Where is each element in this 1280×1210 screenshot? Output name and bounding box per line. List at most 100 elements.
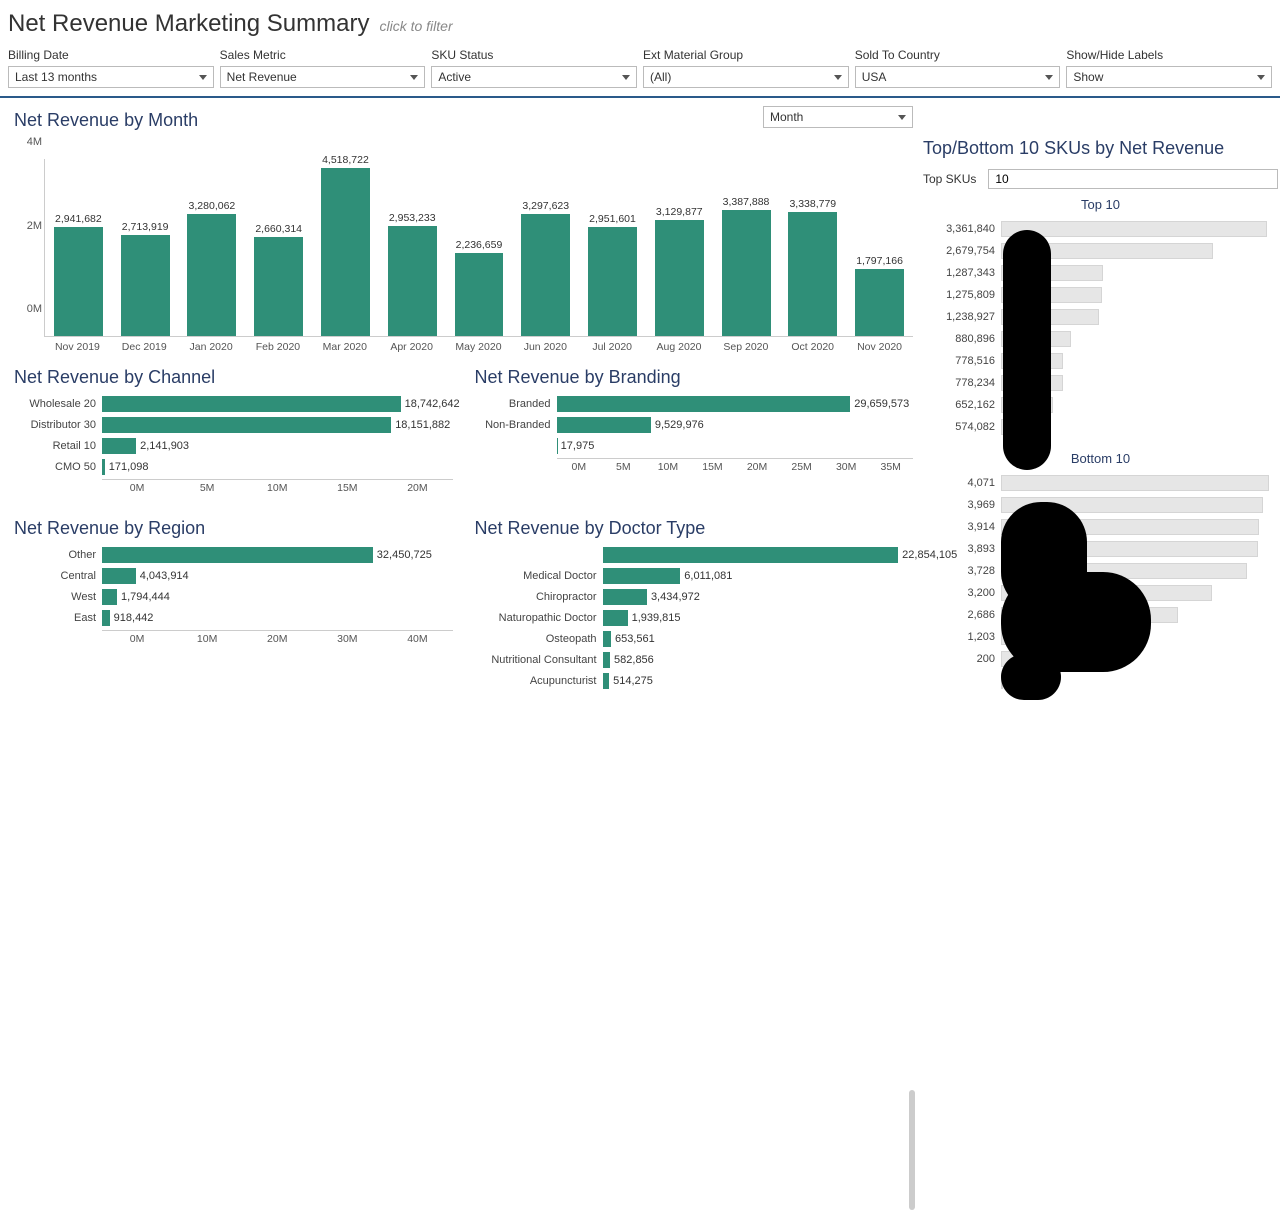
bar-row[interactable]: Distributor 3018,151,882 [14, 415, 453, 435]
chevron-down-icon [410, 75, 418, 80]
bar-column[interactable]: 2,953,233 [381, 212, 444, 336]
bar-category-label: Nutritional Consultant [475, 654, 603, 666]
bar-row[interactable]: Osteopath653,561 [475, 629, 914, 649]
bar-row[interactable]: 2,679,754 [929, 240, 1278, 261]
bar-column[interactable]: 3,387,888 [715, 196, 778, 336]
bar-row[interactable]: 574,082 [929, 416, 1278, 437]
bar-row[interactable]: 778,234 [929, 372, 1278, 393]
bar [455, 253, 504, 336]
bar-track: 6,011,081 [603, 568, 914, 584]
bar-column[interactable]: 3,129,877 [648, 206, 711, 336]
granularity-dropdown[interactable]: Month [763, 106, 913, 128]
bar-row[interactable]: Wholesale 2018,742,642 [14, 394, 453, 414]
bar [102, 396, 401, 412]
filter-ext-material-group[interactable]: (All) [643, 66, 849, 88]
bar-row[interactable]: 778,516 [929, 350, 1278, 371]
filter-label-billing-date: Billing Date [8, 48, 214, 62]
bar-column[interactable]: 3,280,062 [181, 200, 244, 336]
bar-column[interactable]: 3,338,779 [781, 198, 844, 336]
bar-category-label: Other [14, 549, 102, 561]
redaction-blob [1001, 654, 1061, 700]
bar-value-label: 171,098 [105, 459, 149, 475]
filter-billing-date[interactable]: Last 13 months [8, 66, 214, 88]
bar-column[interactable]: 4,518,722 [314, 154, 377, 336]
bar-row[interactable] [929, 670, 1278, 691]
bar-row[interactable]: Acupuncturist514,275 [475, 671, 914, 691]
bar-row[interactable]: 3,969 [929, 494, 1278, 515]
filter-value: Active [438, 70, 471, 84]
bar-row[interactable]: 3,893 [929, 538, 1278, 559]
x-tick-label: Jun 2020 [512, 337, 579, 353]
chart-by-month[interactable]: 4M 2M 0M 2,941,6822,713,9193,280,0622,66… [8, 137, 913, 337]
bar-column[interactable]: 2,660,314 [247, 223, 310, 336]
bar-category-label: Branded [475, 398, 557, 410]
bar-row[interactable]: Retail 102,141,903 [14, 436, 453, 456]
bar-row[interactable]: 22,854,105 [475, 545, 914, 565]
chart-sku-top10[interactable]: 3,361,840 2,679,754 1,287,3431,275,8091,23… [923, 218, 1278, 437]
bar-row[interactable]: Nutritional Consultant582,856 [475, 650, 914, 670]
chart-title-by-doctor: Net Revenue by Doctor Type [475, 518, 914, 539]
granularity-value: Month [770, 110, 803, 124]
filter-sales-metric[interactable]: Net Revenue [220, 66, 426, 88]
filter-show-hide-labels[interactable]: Show [1066, 66, 1272, 88]
page-subtitle: click to filter [379, 18, 452, 34]
bar-value-label: 3,297,623 [522, 200, 569, 212]
filter-label-show-hide-labels: Show/Hide Labels [1066, 48, 1272, 62]
redaction-blob [1003, 230, 1051, 470]
bar-row[interactable]: Central4,043,914 [14, 566, 453, 586]
x-tick-label: 5M [172, 480, 242, 494]
bar-value-label: 9,529,976 [651, 417, 704, 433]
filter-sku-status[interactable]: Active [431, 66, 637, 88]
bar-row[interactable]: 1,275,809 [929, 284, 1278, 305]
bar-row[interactable]: Branded29,659,573 [475, 394, 914, 414]
bar-category-label: 778,234 [929, 377, 1001, 389]
bar-column[interactable]: 3,297,623 [514, 200, 577, 336]
bar-value-label: 3,434,972 [647, 589, 700, 605]
bar-value-label: 2,236,659 [456, 239, 503, 251]
bar-category-label: Naturopathic Doctor [475, 612, 603, 624]
bar [588, 227, 637, 336]
bar-row[interactable]: 1,238,927 [929, 306, 1278, 327]
bar-column[interactable]: 1,797,166 [848, 255, 911, 336]
bar-row[interactable]: 3,914 [929, 516, 1278, 537]
x-tick-label: 25M [779, 459, 824, 473]
bar-row[interactable]: 17,975 [475, 436, 914, 456]
bar-column[interactable]: 2,951,601 [581, 213, 644, 336]
bar [655, 220, 704, 336]
filter-sold-to-country[interactable]: USA [855, 66, 1061, 88]
bar-column[interactable]: 2,236,659 [448, 239, 511, 336]
chart-by-region[interactable]: Other32,450,725Central4,043,914West1,794… [8, 545, 453, 645]
bar-row[interactable]: Other32,450,725 [14, 545, 453, 565]
bar-row[interactable]: CMO 50171,098 [14, 457, 453, 477]
chevron-down-icon [622, 75, 630, 80]
bar-row[interactable]: 1,287,343 [929, 262, 1278, 283]
bar-row[interactable]: Non-Branded 9,529,976 [475, 415, 914, 435]
chart-by-doctor[interactable]: 22,854,105Medical Doctor6,011,081Chiropr… [469, 545, 914, 691]
x-tick-label: Jul 2020 [579, 337, 646, 353]
bar-value-label: 2,713,919 [122, 221, 169, 233]
bar-row[interactable]: East918,442 [14, 608, 453, 628]
bar-track: 29,659,573 [557, 396, 914, 412]
bar-row[interactable]: 3,361,840 [929, 218, 1278, 239]
chart-by-channel[interactable]: Wholesale 2018,742,642Distributor 3018,1… [8, 394, 453, 494]
bar-row[interactable]: 880,896 [929, 328, 1278, 349]
scrollbar[interactable] [909, 1090, 915, 1210]
bar-row[interactable]: 4,071 [929, 472, 1278, 493]
bar-row[interactable]: 652,162 [929, 394, 1278, 415]
bar-row[interactable]: Naturopathic Doctor1,939,815 [475, 608, 914, 628]
bar-row[interactable]: West1,794,444 [14, 587, 453, 607]
x-tick-label: Nov 2020 [846, 337, 913, 353]
x-tick-label: 0M [557, 459, 602, 473]
bar-category-label: Non-Branded [475, 419, 557, 431]
bar-row[interactable]: Chiropractor3,434,972 [475, 587, 914, 607]
bar-category-label: 3,728 [929, 565, 1001, 577]
bar-value-label: 2,953,233 [389, 212, 436, 224]
bar [388, 226, 437, 336]
bar-column[interactable]: 2,941,682 [47, 213, 110, 336]
bar-row[interactable]: Medical Doctor6,011,081 [475, 566, 914, 586]
top-skus-input[interactable] [988, 169, 1278, 189]
bar-category-label: 2,679,754 [929, 245, 1001, 257]
chart-by-branding[interactable]: Branded29,659,573Non-Branded9,529,97617,… [469, 394, 914, 473]
filter-label-sales-metric: Sales Metric [220, 48, 426, 62]
bar-column[interactable]: 2,713,919 [114, 221, 177, 336]
